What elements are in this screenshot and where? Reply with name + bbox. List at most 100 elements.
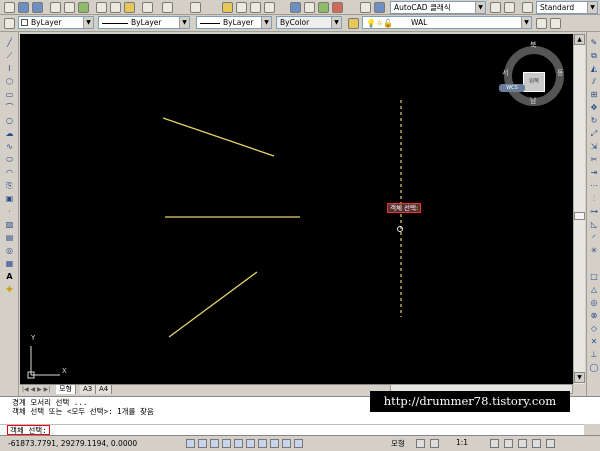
publish-icon[interactable] — [78, 2, 89, 13]
revcloud-icon[interactable]: ☁ — [4, 129, 15, 139]
annotation-visibility-icon[interactable] — [490, 439, 499, 448]
open-icon[interactable] — [18, 2, 29, 13]
region-icon[interactable]: ◎ — [4, 246, 15, 256]
break-icon[interactable]: ⫶ — [589, 194, 599, 204]
save-icon[interactable] — [32, 2, 43, 13]
color-select[interactable]: ByLayer ▼ — [18, 16, 94, 29]
model-space-button[interactable]: 모형 — [391, 438, 405, 449]
quick-view-layouts-icon[interactable] — [416, 439, 425, 448]
toolpalette-icon[interactable] — [318, 2, 329, 13]
gradient-icon[interactable]: ▤ — [4, 233, 15, 243]
workspace-settings-icon[interactable] — [490, 2, 501, 13]
zoom-icon[interactable] — [236, 2, 247, 13]
ortho-toggle-icon[interactable] — [210, 439, 219, 448]
preview-icon[interactable] — [64, 2, 75, 13]
chevron-down-icon[interactable]: ▼ — [331, 17, 341, 28]
scroll-down-icon[interactable]: ▼ — [574, 372, 585, 383]
snap-toggle-icon[interactable] — [186, 439, 195, 448]
ducs-toggle-icon[interactable] — [258, 439, 267, 448]
otrack-toggle-icon[interactable] — [246, 439, 255, 448]
make-block-icon[interactable]: ▣ — [4, 194, 15, 204]
offset-icon[interactable]: ⫽ — [589, 77, 599, 87]
calculator-icon[interactable] — [360, 2, 371, 13]
layer-manager-icon[interactable] — [4, 18, 15, 29]
osnap-perpendicular-icon[interactable]: ⊥ — [589, 350, 599, 360]
wcs-menu[interactable]: WCS — [499, 84, 525, 92]
osnap-toggle-icon[interactable] — [234, 439, 243, 448]
copy-icon[interactable] — [110, 2, 121, 13]
viewcube-top-face[interactable]: 위쪽 — [523, 72, 545, 92]
sheetset-icon[interactable] — [332, 2, 343, 13]
mirror-icon[interactable]: ◭ — [589, 64, 599, 74]
table-icon[interactable]: ▦ — [4, 259, 15, 269]
osnap-node-icon[interactable]: ⊗ — [589, 311, 599, 321]
layer-select[interactable]: 💡☼🔓 WAL ▼ — [362, 16, 532, 29]
lwt-toggle-icon[interactable] — [282, 439, 291, 448]
insert-block-icon[interactable]: ⎘ — [4, 181, 15, 191]
osnap-quadrant-icon[interactable]: ◇ — [589, 324, 599, 334]
chevron-down-icon[interactable]: ▼ — [475, 2, 485, 13]
print-icon[interactable] — [50, 2, 61, 13]
add-selected-icon[interactable]: ✚ — [4, 285, 15, 295]
stretch-icon[interactable]: ⇲ — [589, 142, 599, 152]
drawn-line-3[interactable] — [168, 271, 258, 338]
arc-icon[interactable]: ⌒ — [4, 103, 15, 113]
trim-icon[interactable]: ✂ — [589, 155, 599, 165]
lineweight-select[interactable]: ByLayer ▼ — [196, 16, 272, 29]
dyn-toggle-icon[interactable] — [270, 439, 279, 448]
construction-line-icon[interactable]: ⟋ — [4, 51, 15, 61]
make-current-icon[interactable] — [536, 18, 547, 29]
zoom-previous-icon[interactable] — [264, 2, 275, 13]
ellipse-icon[interactable]: ⬭ — [4, 155, 15, 165]
drawn-line-1[interactable] — [162, 117, 275, 157]
chevron-down-icon[interactable]: ▼ — [83, 17, 93, 28]
osnap-intersection-icon[interactable]: ✕ — [589, 337, 599, 347]
annotation-scale[interactable]: 1:1 — [456, 438, 468, 447]
workspace-select[interactable]: AutoCAD 클래식 ▼ — [390, 1, 486, 14]
matchprop-icon[interactable] — [142, 2, 153, 13]
tab-a4[interactable]: A4 — [96, 385, 113, 394]
spline-icon[interactable]: ∿ — [4, 142, 15, 152]
extend-icon[interactable]: ⇥ — [589, 168, 599, 178]
isolate-icon[interactable] — [532, 439, 541, 448]
redo-icon[interactable] — [190, 2, 201, 13]
tab-a3[interactable]: A3 — [80, 385, 97, 394]
line-icon[interactable]: ╱ — [4, 38, 15, 48]
text-style-icon[interactable] — [522, 2, 533, 13]
properties-icon[interactable] — [290, 2, 301, 13]
ellipse-arc-icon[interactable]: ◠ — [4, 168, 15, 178]
array-icon[interactable]: ⊞ — [589, 90, 599, 100]
scroll-thumb[interactable] — [574, 212, 585, 220]
explode-icon[interactable]: ✳ — [589, 246, 599, 256]
polygon-icon[interactable]: ⬡ — [4, 77, 15, 87]
help-icon[interactable] — [374, 2, 385, 13]
join-icon[interactable]: ⊶ — [589, 207, 599, 217]
layout-icon[interactable] — [504, 2, 515, 13]
cut-icon[interactable] — [96, 2, 107, 13]
zoom-window-icon[interactable] — [250, 2, 261, 13]
layer-previous-icon[interactable] — [550, 18, 561, 29]
tab-nav-arrows-icon[interactable]: |◀ ◀ ▶ ▶| — [22, 385, 50, 394]
erase-icon[interactable]: ✎ — [589, 38, 599, 48]
osnap-endpoint-icon[interactable]: □ — [589, 272, 599, 282]
copy-object-icon[interactable]: ⧉ — [589, 51, 599, 61]
chamfer-icon[interactable]: ◺ — [589, 220, 599, 230]
break-at-point-icon[interactable]: ⋯ — [589, 181, 599, 191]
hatch-icon[interactable]: ▨ — [4, 220, 15, 230]
new-icon[interactable] — [4, 2, 15, 13]
scale-icon[interactable]: ⤢ — [589, 129, 599, 139]
polyline-icon[interactable]: ⌇ — [4, 64, 15, 74]
paste-icon[interactable] — [124, 2, 135, 13]
fillet-icon[interactable]: ◜ — [589, 233, 599, 243]
osnap-midpoint-icon[interactable]: △ — [589, 285, 599, 295]
tab-model[interactable]: 모형 — [56, 385, 76, 394]
point-icon[interactable]: · — [4, 207, 15, 217]
osnap-center-icon[interactable]: ◎ — [589, 298, 599, 308]
text-style-select[interactable]: Standard ▼ — [536, 1, 598, 14]
command-line[interactable]: 객체 선택: — [0, 424, 584, 435]
fullscreen-icon[interactable] — [546, 439, 555, 448]
layer-state-icon[interactable] — [348, 18, 359, 29]
chevron-down-icon[interactable]: ▼ — [261, 17, 271, 28]
grid-toggle-icon[interactable] — [198, 439, 207, 448]
chevron-down-icon[interactable]: ▼ — [179, 17, 189, 28]
